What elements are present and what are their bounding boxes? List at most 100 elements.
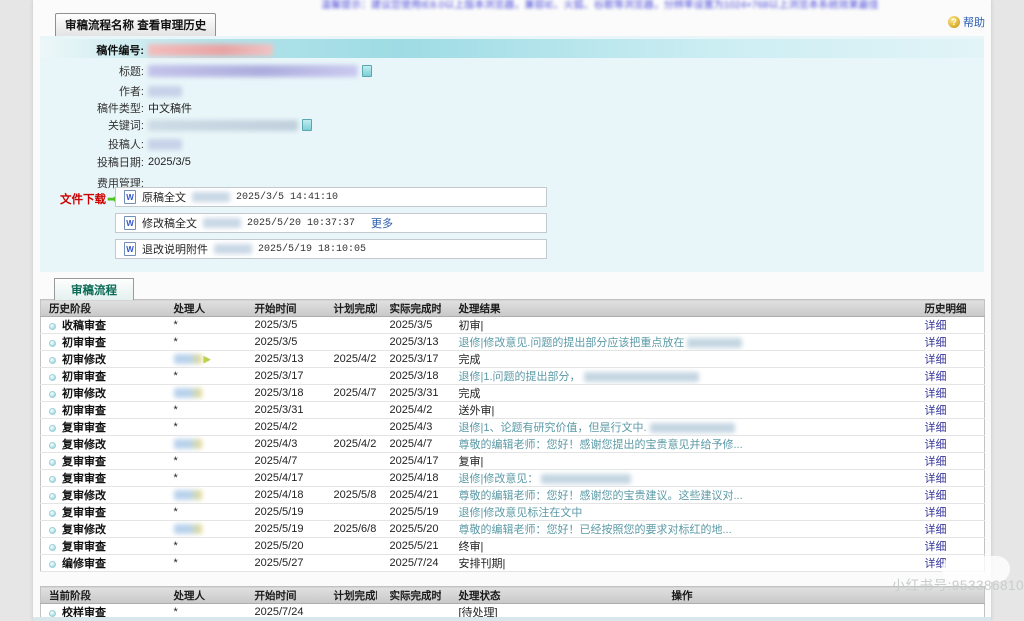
current-header-row: 当前阶段 处理人 开始时间 计划完成时间 实际完成时间 处理状态 操作 (41, 587, 985, 604)
detail-link[interactable]: 详细 (925, 405, 947, 417)
more-link[interactable]: 更多 (371, 215, 393, 231)
history-cell-detail: 详细 (907, 453, 985, 470)
file-row-original[interactable]: W 原稿全文 2025/3/5 14:41:10 (115, 187, 547, 207)
author-redacted (148, 86, 182, 97)
history-cell-handler: * (156, 419, 236, 436)
result-text: 退修|修改意见.问题的提出部分应该把重点放在 (459, 337, 685, 349)
history-cell-result: 尊敬的编辑老师：您好！已经按照您的要求对标红的地... (441, 521, 907, 538)
detail-link[interactable]: 详细 (925, 439, 947, 451)
history-cell-actual: 2025/5/21 (377, 538, 441, 555)
history-cell-stage: 收稿审查 (41, 317, 156, 334)
stage-bullet-icon (49, 610, 56, 617)
file-label: 原稿全文 (142, 189, 186, 205)
keywords-label: 关键词: (40, 117, 144, 133)
history-cell-start: 2025/5/19 (236, 521, 315, 538)
history-cell-detail: 详细 (907, 470, 985, 487)
history-cell-planned (315, 555, 377, 572)
detail-link[interactable]: 详细 (925, 422, 947, 434)
history-cell-start: 2025/4/7 (236, 453, 315, 470)
history-cell-planned (315, 317, 377, 334)
keywords-view-icon[interactable] (302, 119, 312, 131)
stage-label: 初审修改 (62, 354, 106, 366)
detail-link[interactable]: 详细 (925, 388, 947, 400)
detail-link[interactable]: 详细 (925, 490, 947, 502)
history-cell-actual: 2025/5/20 (377, 521, 441, 538)
stage-label: 复审审查 (62, 422, 106, 434)
result-text: 退修|1.问题的提出部分， (459, 371, 581, 383)
result-text: 送外审| (459, 405, 495, 417)
field-author: 作者: (40, 83, 182, 99)
handler-name-redacted (174, 388, 202, 398)
col-planned-time: 计划完成时间 (315, 300, 377, 317)
history-cell-start: 2025/3/5 (236, 317, 315, 334)
history-cell-detail: 详细 (907, 334, 985, 351)
history-cell-result: 退修|1、论题有研究价值，但是行文中. (441, 419, 907, 436)
detail-link[interactable]: 详细 (925, 541, 947, 553)
help-icon: ? (948, 16, 960, 28)
tab-review-flow[interactable]: 审稿流程 (54, 278, 134, 300)
stage-bullet-icon (49, 459, 56, 466)
history-cell-result: 送外审| (441, 402, 907, 419)
detail-link[interactable]: 详细 (925, 524, 947, 536)
history-cell-start: 2025/4/18 (236, 487, 315, 504)
detail-link[interactable]: 详细 (925, 456, 947, 468)
history-row: 复审修改2025/5/192025/6/82025/5/20尊敬的编辑老师：您好… (41, 521, 985, 538)
history-row: 复审修改2025/4/32025/4/232025/4/7尊敬的编辑老师：您好！… (41, 436, 985, 453)
stage-bullet-icon (49, 442, 56, 449)
title-attachment-icon[interactable] (362, 65, 372, 77)
history-row: 复审审查*2025/4/72025/4/17复审|详细 (41, 453, 985, 470)
result-text: 终审| (459, 541, 484, 553)
submitter-redacted (148, 139, 182, 150)
downloads-label: 文件下载 (60, 191, 106, 207)
history-cell-stage: 初审修改 (41, 385, 156, 402)
stage-label: 复审修改 (62, 439, 106, 451)
manuscript-info-panel: 稿件编号: 标题: 作者: 稿件类型: 中文稿件 关键词: 投 (40, 36, 984, 272)
stage-label: 复审审查 (62, 507, 106, 519)
detail-link[interactable]: 详细 (925, 354, 947, 366)
history-cell-start: 2025/5/27 (236, 555, 315, 572)
result-text: 退修|修改意见： (459, 473, 539, 485)
history-cell-start: 2025/4/2 (236, 419, 315, 436)
history-row: 复审审查*2025/5/202025/5/21终审|详细 (41, 538, 985, 555)
word-doc-icon: W (124, 190, 136, 204)
history-cell-handler (156, 385, 236, 402)
history-cell-stage: 初审审查 (41, 402, 156, 419)
history-cell-handler: * (156, 402, 236, 419)
history-cell-handler: * (156, 555, 236, 572)
history-cell-actual: 2025/4/21 (377, 487, 441, 504)
history-cell-actual: 2025/3/5 (377, 317, 441, 334)
stage-bullet-icon (49, 493, 56, 500)
detail-link[interactable]: 详细 (925, 507, 947, 519)
notice-blurred-text: 温馨提示：建议您使用IE8.0以上版本浏览器，兼容IE、火狐、谷歌等浏览器，分辨… (321, 0, 879, 11)
detail-link[interactable]: 详细 (925, 371, 947, 383)
history-cell-result: 复审| (441, 453, 907, 470)
history-cell-planned (315, 402, 377, 419)
stage-bullet-icon (49, 561, 56, 568)
stage-label: 初审审查 (62, 371, 106, 383)
handler-name-redacted (174, 354, 202, 364)
detail-link[interactable]: 详细 (925, 473, 947, 485)
detail-link[interactable]: 详细 (925, 337, 947, 349)
detail-link[interactable]: 详细 (925, 320, 947, 332)
current-stage-table: 当前阶段 处理人 开始时间 计划完成时间 实际完成时间 处理状态 操作 校样审查… (40, 586, 985, 621)
history-cell-start: 2025/3/13 (236, 351, 315, 368)
file-row-revision-note[interactable]: W 退改说明附件 2025/5/19 18:10:05 (115, 239, 547, 259)
file-row-revised[interactable]: W 修改稿全文 2025/5/20 10:37:37 更多 (115, 213, 547, 233)
history-cell-planned: 2025/4/2 (315, 351, 377, 368)
stage-bullet-icon (49, 391, 56, 398)
history-cell-handler: * (156, 368, 236, 385)
history-cell-handler: * (156, 453, 236, 470)
history-cell-handler: * (156, 334, 236, 351)
history-cell-handler (156, 521, 236, 538)
field-keywords: 关键词: (40, 117, 312, 133)
word-doc-icon: W (124, 216, 136, 230)
col-start-time: 开始时间 (236, 300, 315, 317)
history-cell-detail: 详细 (907, 504, 985, 521)
history-cell-stage: 复审审查 (41, 470, 156, 487)
downloads-label-row: 文件下载 ➡ (60, 191, 117, 207)
content-panel: 温馨提示：建议您使用IE8.0以上版本浏览器，兼容IE、火狐、谷歌等浏览器，分辨… (33, 0, 991, 621)
col-handler: 处理人 (156, 300, 236, 317)
file-uploader-redacted (192, 192, 230, 202)
help-button[interactable]: ? 帮助 (948, 14, 985, 30)
col-handler: 处理人 (156, 587, 236, 604)
